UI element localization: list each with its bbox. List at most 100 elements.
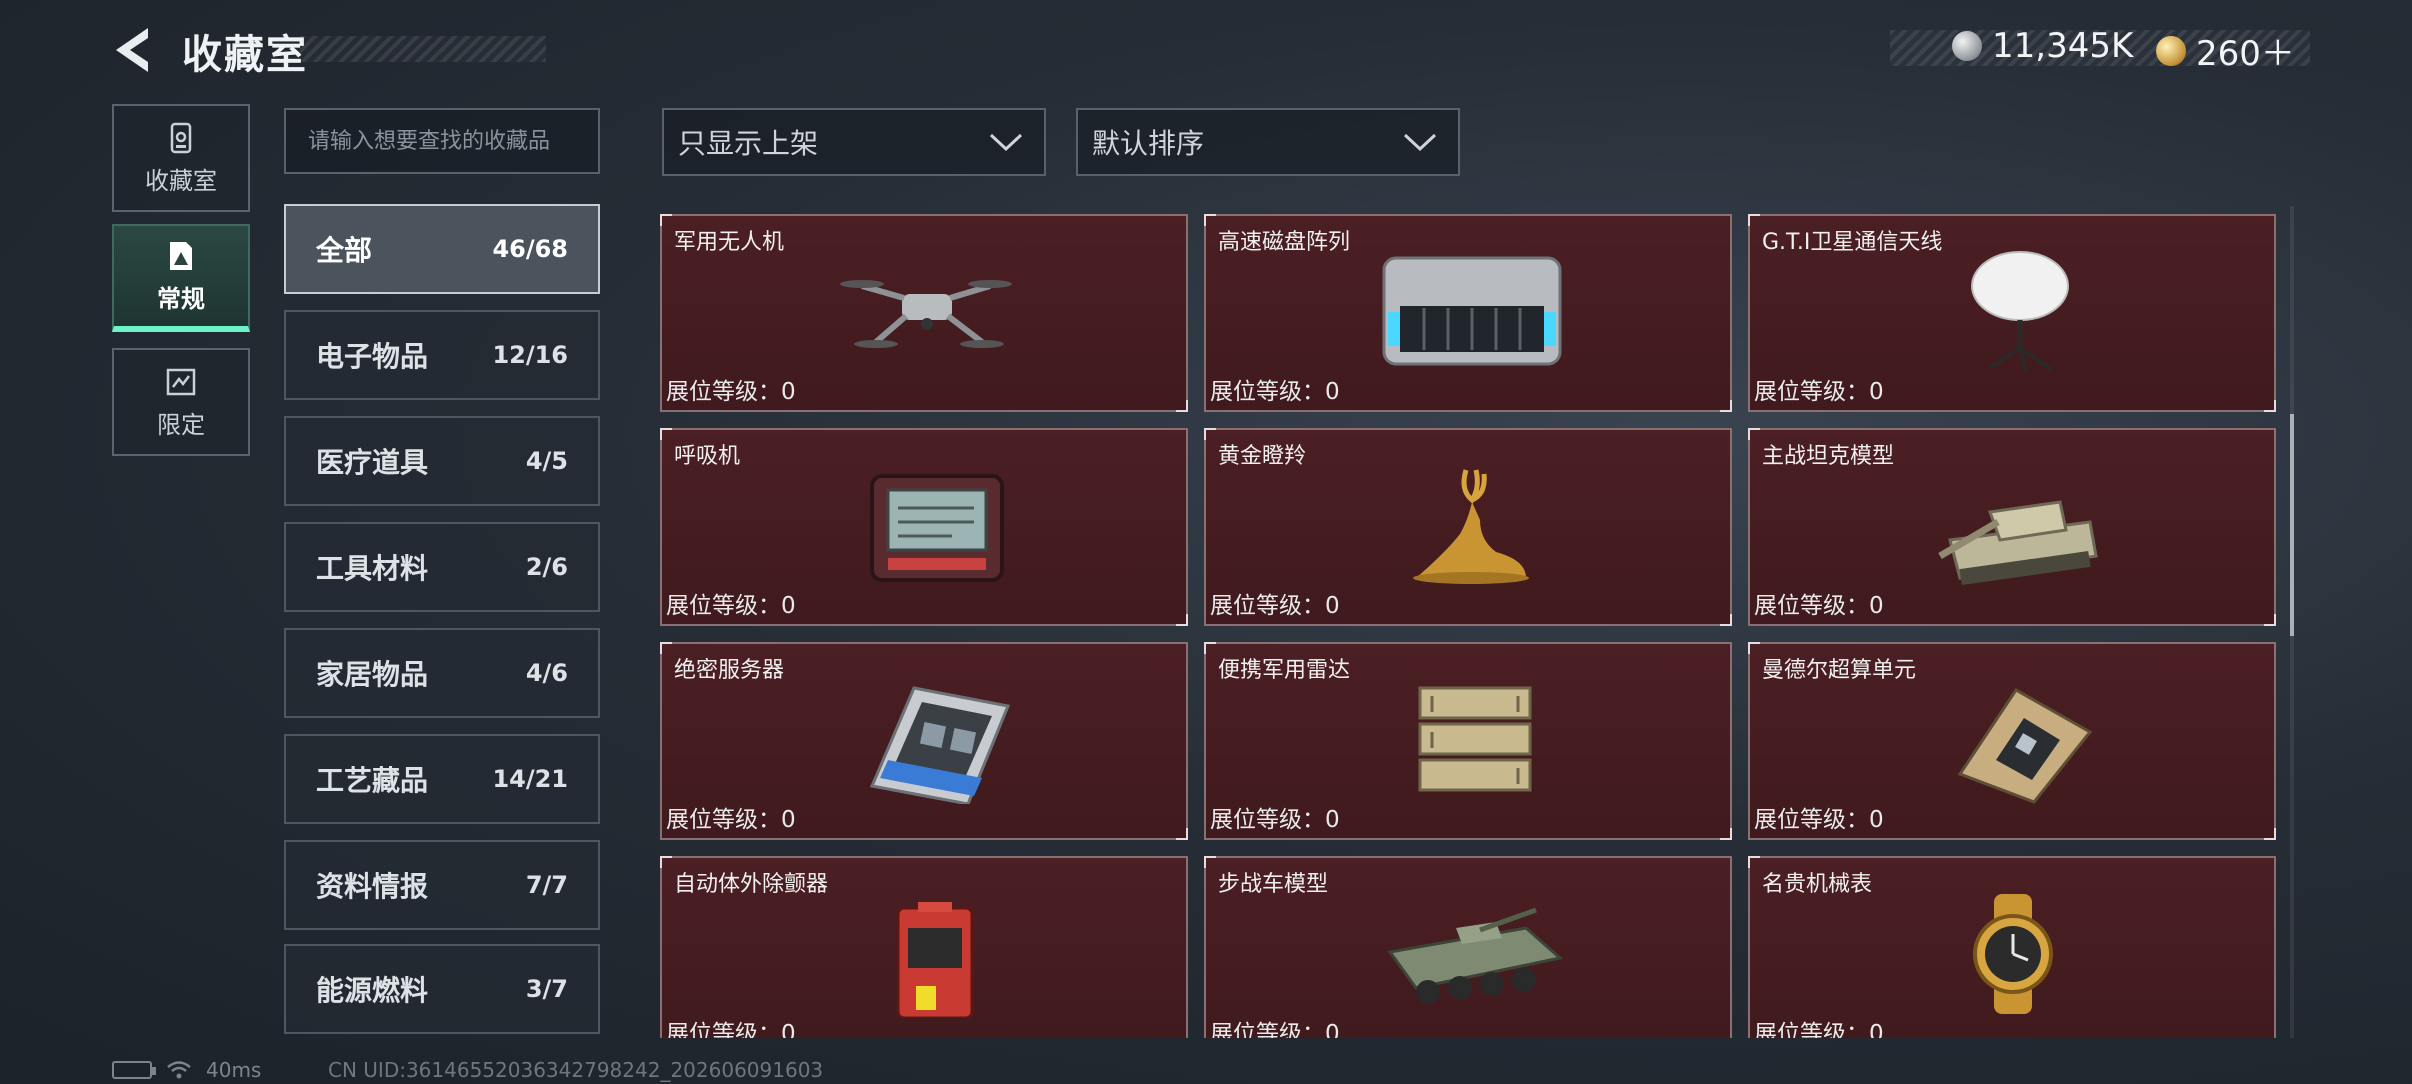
nav-label: 常规 bbox=[157, 284, 205, 313]
watch-icon bbox=[1973, 894, 2053, 1014]
item-level: 展位等级：0 bbox=[1754, 807, 1884, 833]
category-count: 4/6 bbox=[525, 659, 568, 687]
collection-card[interactable]: 步战车模型 展位等级：0 bbox=[1204, 856, 1732, 1038]
card-corner bbox=[1176, 614, 1188, 626]
drone-icon bbox=[840, 280, 1012, 348]
item-level: 展位等级：0 bbox=[1754, 593, 1884, 619]
item-name: 军用无人机 bbox=[674, 230, 785, 255]
item-name: 黄金瞪羚 bbox=[1218, 444, 1307, 469]
golden-gazelle-icon bbox=[1413, 469, 1529, 584]
ventilator-icon bbox=[870, 474, 1004, 582]
display-filter-dropdown[interactable]: 只显示上架 bbox=[662, 108, 1046, 176]
item-name: G.T.I卫星通信天线 bbox=[1762, 230, 1943, 255]
item-level: 展位等级：0 bbox=[666, 593, 796, 619]
page-title: 收藏室 bbox=[182, 32, 308, 78]
category-name: 家居物品 bbox=[316, 658, 429, 691]
server-icon bbox=[869, 686, 1011, 804]
category-count: 14/21 bbox=[492, 765, 568, 793]
sort-dropdown[interactable]: 默认排序 bbox=[1076, 108, 1460, 176]
wifi-icon bbox=[167, 1061, 191, 1079]
chevron-down-icon bbox=[989, 133, 1023, 152]
collection-card[interactable]: G.T.I卫星通信天线 展位等级：0 bbox=[1748, 214, 2276, 412]
item-level: 展位等级：0 bbox=[1210, 807, 1340, 833]
collection-card[interactable]: 便携军用雷达 展位等级：0 bbox=[1204, 642, 1732, 840]
limited-collection-icon bbox=[166, 368, 196, 395]
item-level: 展位等级：0 bbox=[666, 379, 796, 405]
item-level: 展位等级：0 bbox=[1210, 593, 1340, 619]
card-corner bbox=[1720, 400, 1732, 412]
category-intel[interactable]: 资料情报 7/7 bbox=[284, 840, 600, 930]
card-corner bbox=[2264, 400, 2276, 412]
card-corner bbox=[1204, 214, 1216, 226]
back-arrow-icon bbox=[116, 28, 148, 72]
category-name: 全部 bbox=[316, 234, 373, 267]
nav-limited[interactable]: 限定 bbox=[112, 348, 250, 456]
card-corner bbox=[2264, 614, 2276, 626]
category-medical[interactable]: 医疗道具 4/5 bbox=[284, 416, 600, 506]
display-filter-label: 只显示上架 bbox=[678, 127, 819, 160]
search-input[interactable] bbox=[284, 108, 600, 174]
card-corner bbox=[2264, 828, 2276, 840]
category-crafts[interactable]: 工艺藏品 14/21 bbox=[284, 734, 600, 824]
satellite-antenna-icon bbox=[1971, 251, 2069, 373]
card-corner bbox=[1204, 428, 1216, 440]
card-corner bbox=[660, 856, 672, 868]
nav-collection-room[interactable]: 收藏室 bbox=[112, 104, 250, 212]
collection-card[interactable]: 主战坦克模型 展位等级：0 bbox=[1748, 428, 2276, 626]
tank-model-icon bbox=[1938, 500, 2098, 585]
sort-label: 默认排序 bbox=[1092, 127, 1205, 160]
item-name: 自动体外除颤器 bbox=[674, 872, 829, 897]
category-name: 能源燃料 bbox=[316, 974, 429, 1007]
category-all[interactable]: 全部 46/68 bbox=[284, 204, 600, 294]
category-count: 12/16 bbox=[492, 341, 568, 369]
collection-grid: 军用无人机 展位等级：0 高速磁盘阵列 展位等级：0 G.T.I卫星通信天线 展… bbox=[660, 214, 2276, 1038]
collection-card[interactable]: 黄金瞪羚 展位等级：0 bbox=[1204, 428, 1732, 626]
card-corner bbox=[1176, 828, 1188, 840]
ping-value: 40ms bbox=[206, 1058, 262, 1082]
currency-silver: 11,345K bbox=[1952, 26, 2133, 66]
collection-card[interactable]: 绝密服务器 展位等级：0 bbox=[660, 642, 1188, 840]
collection-card[interactable]: 名贵机械表 展位等级：0 bbox=[1748, 856, 2276, 1038]
regular-collection-icon bbox=[170, 241, 192, 270]
category-count: 46/68 bbox=[492, 235, 568, 263]
nav-regular[interactable]: 常规 bbox=[112, 224, 250, 332]
item-name: 曼德尔超算单元 bbox=[1762, 658, 1917, 683]
disk-array-icon bbox=[1382, 256, 1562, 366]
item-name: 绝密服务器 bbox=[674, 658, 785, 683]
item-level: 展位等级：0 bbox=[666, 1021, 796, 1038]
card-corner bbox=[660, 428, 672, 440]
category-name: 医疗道具 bbox=[316, 446, 429, 479]
currency-gold[interactable]: 260＋ bbox=[2156, 26, 2295, 75]
nav-label: 收藏室 bbox=[145, 166, 217, 195]
category-electronics[interactable]: 电子物品 12/16 bbox=[284, 310, 600, 400]
card-corner bbox=[660, 642, 672, 654]
user-uid: CN UID:3614655203634279824​2_20260609160… bbox=[328, 1058, 824, 1082]
category-count: 2/6 bbox=[525, 553, 568, 581]
card-corner bbox=[1720, 828, 1732, 840]
collection-card[interactable]: 军用无人机 展位等级：0 bbox=[660, 214, 1188, 412]
card-corner bbox=[1748, 428, 1760, 440]
category-count: 7/7 bbox=[525, 871, 568, 899]
category-name: 工艺藏品 bbox=[316, 764, 429, 797]
category-household[interactable]: 家居物品 4/6 bbox=[284, 628, 600, 718]
category-energy[interactable]: 能源燃料 3/7 bbox=[284, 944, 600, 1034]
item-level: 展位等级：0 bbox=[1754, 379, 1884, 405]
chevron-down-icon bbox=[1403, 133, 1437, 152]
back-button[interactable] bbox=[112, 24, 156, 76]
supercomputer-unit-icon bbox=[1957, 688, 2093, 804]
category-tools[interactable]: 工具材料 2/6 bbox=[284, 522, 600, 612]
item-level: 展位等级：0 bbox=[666, 807, 796, 833]
collection-card[interactable]: 自动体外除颤器 展位等级：0 bbox=[660, 856, 1188, 1038]
battery-icon bbox=[112, 1061, 156, 1079]
card-corner bbox=[1176, 400, 1188, 412]
radar-icon bbox=[1418, 686, 1532, 792]
item-level: 展位等级：0 bbox=[1754, 1021, 1884, 1038]
collection-card[interactable]: 呼吸机 展位等级：0 bbox=[660, 428, 1188, 626]
item-level: 展位等级：0 bbox=[1210, 379, 1340, 405]
grid-scrollbar-thumb[interactable] bbox=[2290, 414, 2294, 636]
collection-card[interactable]: 曼德尔超算单元 展位等级：0 bbox=[1748, 642, 2276, 840]
collection-card[interactable]: 高速磁盘阵列 展位等级：0 bbox=[1204, 214, 1732, 412]
card-corner bbox=[1204, 642, 1216, 654]
card-corner bbox=[1720, 614, 1732, 626]
item-name: 主战坦克模型 bbox=[1762, 444, 1895, 469]
